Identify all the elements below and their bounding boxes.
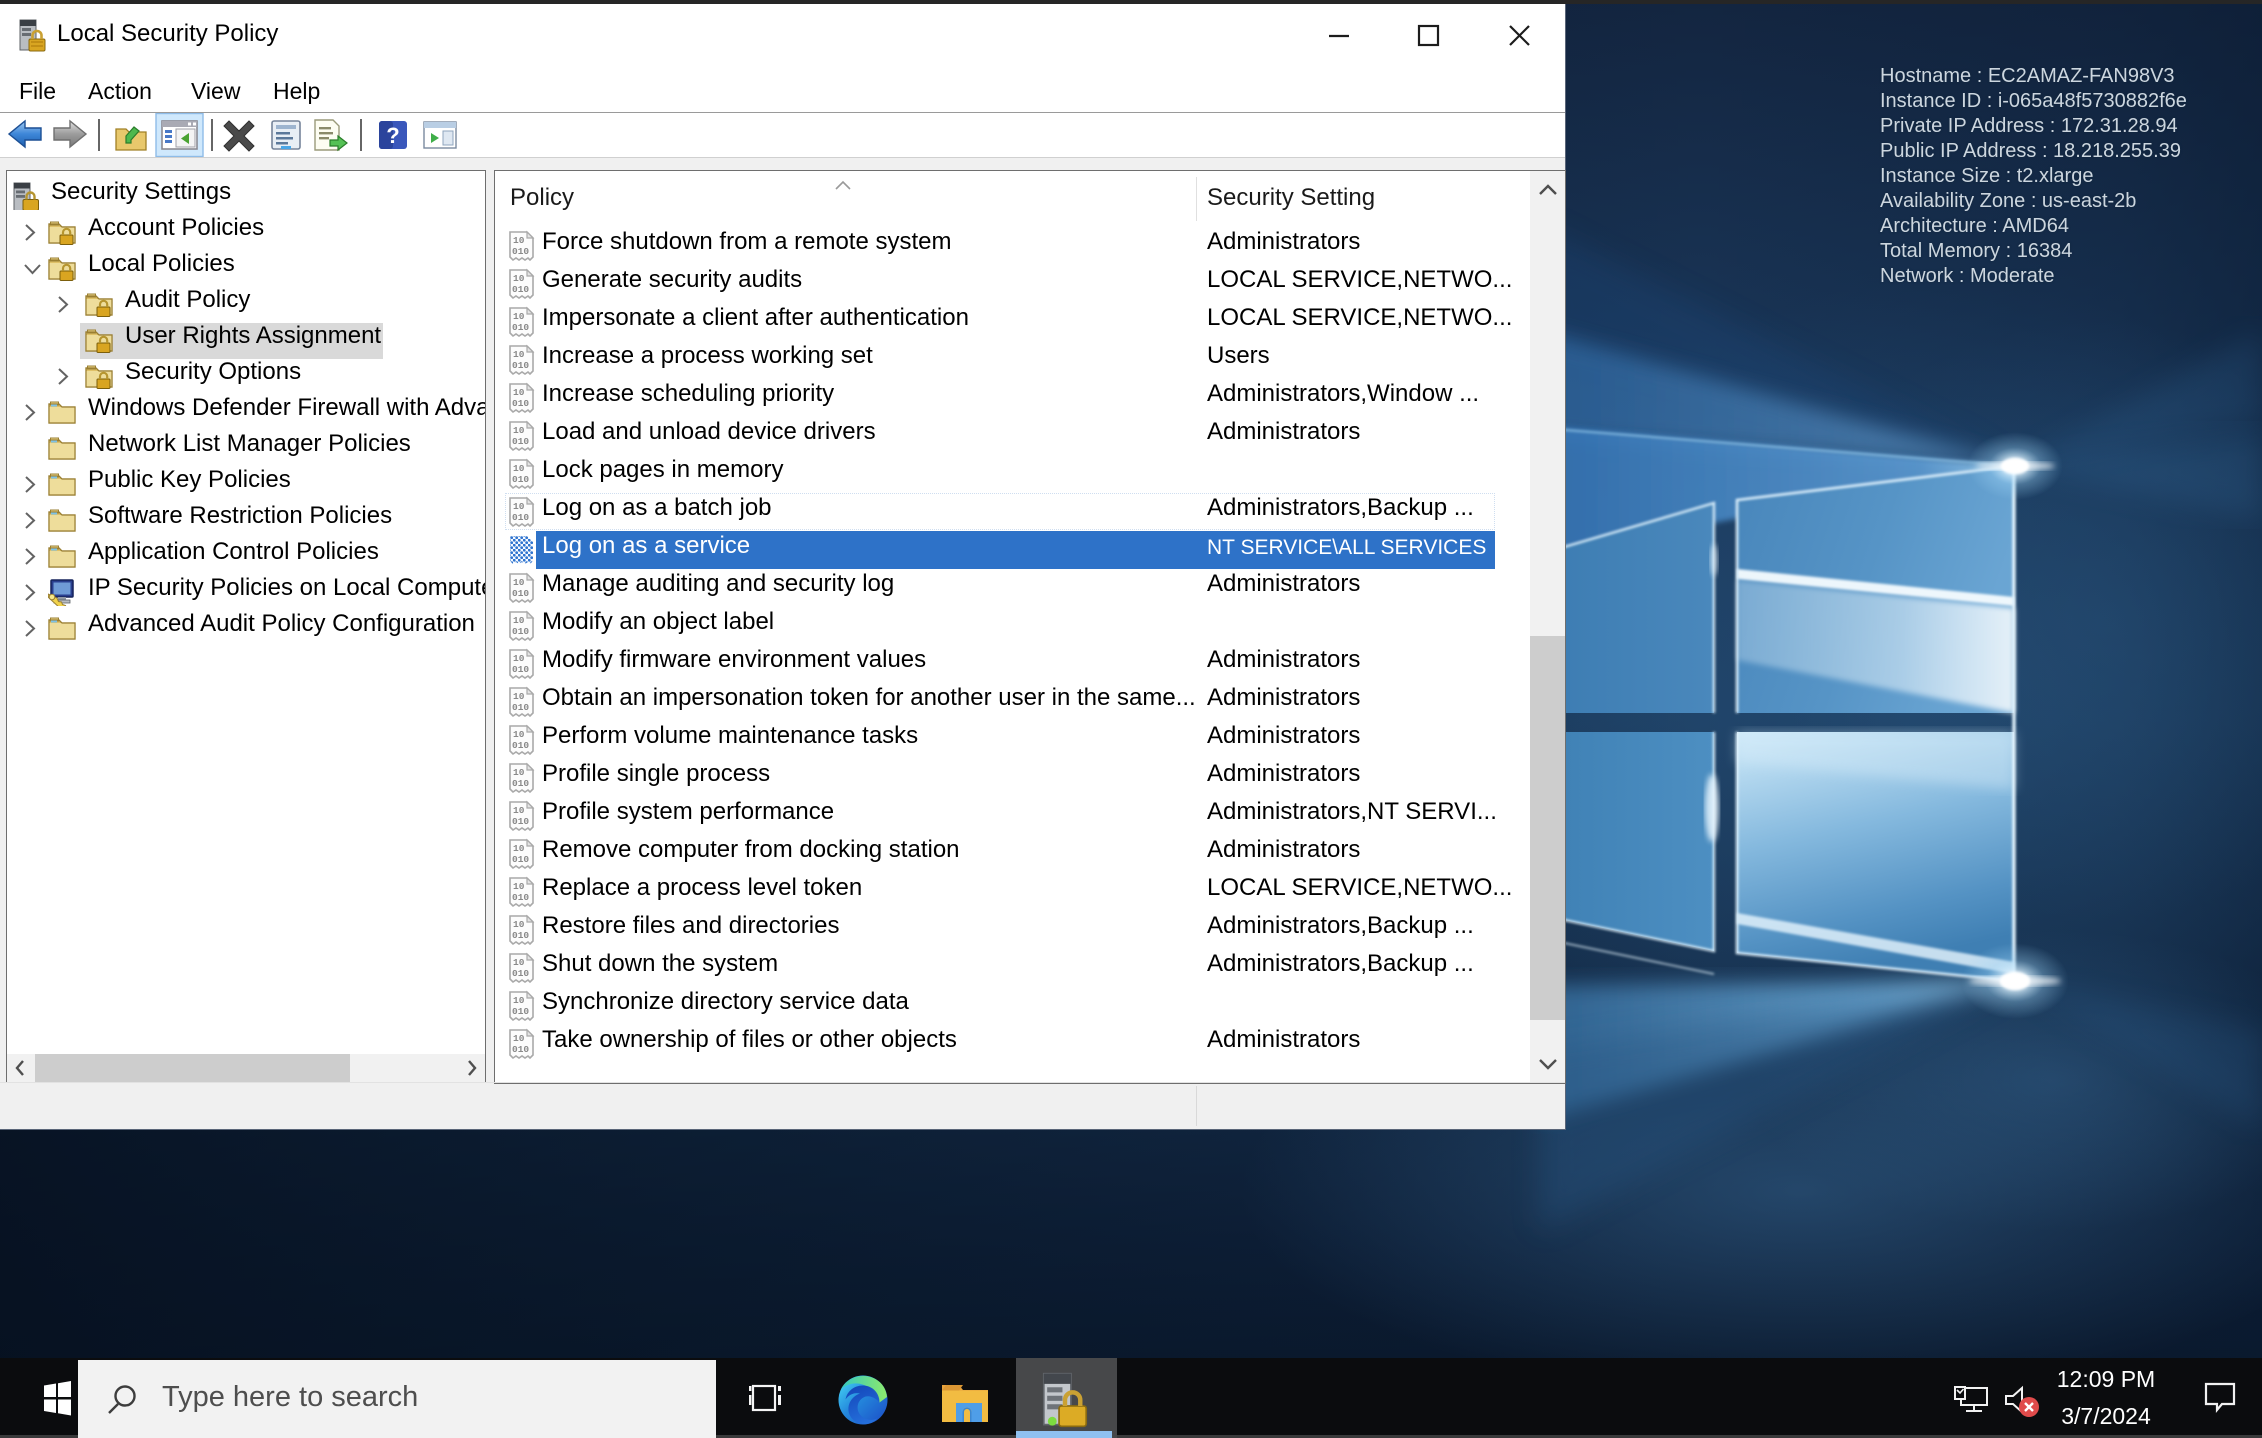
svg-text:10: 10 <box>513 805 525 816</box>
svg-text:010: 010 <box>512 778 529 789</box>
svg-text:10: 10 <box>513 349 525 360</box>
svg-text:010: 010 <box>512 246 529 257</box>
svg-text:10: 10 <box>513 691 525 702</box>
svg-text:10: 10 <box>513 501 525 512</box>
svg-text:10: 10 <box>513 235 525 246</box>
svg-text:10: 10 <box>513 1033 525 1044</box>
svg-text:010: 010 <box>512 1006 529 1017</box>
svg-text:010: 010 <box>512 360 529 371</box>
svg-text:10: 10 <box>513 463 525 474</box>
svg-text:10: 10 <box>513 311 525 322</box>
svg-text:010: 010 <box>512 892 529 903</box>
svg-text:10: 10 <box>513 995 525 1006</box>
svg-text:010: 010 <box>512 968 529 979</box>
svg-text:10: 10 <box>513 615 525 626</box>
svg-text:010: 010 <box>512 512 529 523</box>
svg-text:10: 10 <box>513 387 525 398</box>
svg-text:010: 010 <box>512 398 529 409</box>
svg-text:010: 010 <box>512 664 529 675</box>
svg-text:10: 10 <box>513 273 525 284</box>
svg-text:10: 10 <box>513 729 525 740</box>
svg-text:010: 010 <box>512 702 529 713</box>
svg-text:?: ? <box>386 123 399 148</box>
svg-text:010: 010 <box>512 626 529 637</box>
svg-text:010: 010 <box>512 474 529 485</box>
svg-text:010: 010 <box>512 740 529 751</box>
svg-text:10: 10 <box>513 957 525 968</box>
svg-text:010: 010 <box>512 588 529 599</box>
svg-text:10: 10 <box>513 577 525 588</box>
svg-text:010: 010 <box>512 436 529 447</box>
svg-text:10: 10 <box>513 881 525 892</box>
svg-text:10: 10 <box>513 843 525 854</box>
svg-text:010: 010 <box>512 930 529 941</box>
svg-text:010: 010 <box>512 1044 529 1055</box>
svg-text:010: 010 <box>512 284 529 295</box>
svg-text:10: 10 <box>513 425 525 436</box>
svg-text:010: 010 <box>512 854 529 865</box>
svg-text:10: 10 <box>513 767 525 778</box>
svg-text:010: 010 <box>512 322 529 333</box>
svg-text:010: 010 <box>512 816 529 827</box>
svg-text:10: 10 <box>513 919 525 930</box>
svg-text:10: 10 <box>513 653 525 664</box>
